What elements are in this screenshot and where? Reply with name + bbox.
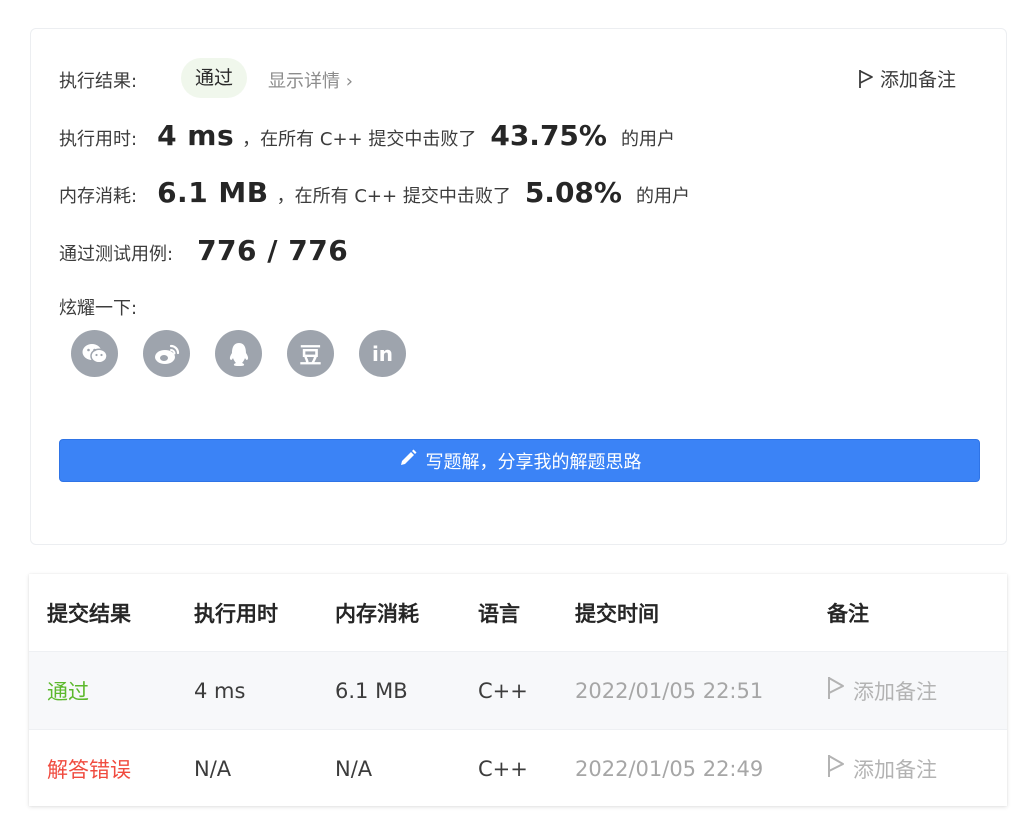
- header-time: 提交时间: [575, 601, 659, 626]
- header-note: 备注: [827, 601, 869, 626]
- testcases-row: 通过测试用例: 776 / 776: [59, 234, 348, 267]
- table-row[interactable]: 解答错误 N/A N/A C++ 2022/01/05 22:49 添加备注: [29, 729, 1007, 807]
- row-runtime: 4 ms: [194, 678, 246, 703]
- submissions-table: 提交结果 执行用时 内存消耗 语言 提交时间 备注 通过 4 ms 6.1 MB…: [29, 574, 1007, 806]
- runtime-label: 执行用时:: [59, 129, 138, 150]
- memory-row: 内存消耗: 6.1 MB ，在所有 C++ 提交中击败了 5.08% 的用户: [59, 176, 690, 209]
- douban-glyph: 豆: [299, 343, 322, 369]
- testcases-value: 776 / 776: [197, 234, 349, 267]
- memory-label: 内存消耗:: [59, 186, 138, 207]
- linkedin-glyph: in: [371, 341, 394, 366]
- result-card: 执行结果: 通过 显示详情 › 添加备注 执行用时: 4 ms ，在所有 C++…: [30, 28, 1007, 545]
- row-language: C++: [478, 756, 528, 781]
- row-note-label: 添加备注: [853, 679, 937, 704]
- row-add-note-button[interactable]: 添加备注: [827, 754, 937, 784]
- qq-icon[interactable]: [215, 330, 262, 377]
- row-memory: 6.1 MB: [335, 678, 408, 703]
- row-add-note-button[interactable]: 添加备注: [827, 676, 937, 706]
- share-icons: 豆 in: [71, 330, 406, 377]
- header-result: 提交结果: [47, 601, 131, 626]
- memory-value: 6.1 MB: [157, 176, 269, 209]
- weibo-icon[interactable]: [143, 330, 190, 377]
- row-memory: N/A: [335, 756, 373, 781]
- memory-suffix: 的用户: [635, 186, 690, 207]
- pencil-icon: [398, 448, 418, 473]
- result-label: 执行结果:: [59, 71, 138, 92]
- row-runtime: N/A: [194, 756, 232, 781]
- row-language: C++: [478, 678, 528, 703]
- show-details-link[interactable]: 显示详情 ›: [268, 67, 353, 93]
- flag-icon: [858, 69, 874, 89]
- testcases-label: 通过测试用例:: [59, 244, 174, 265]
- douban-icon[interactable]: 豆: [287, 330, 334, 377]
- runtime-mid-text: ，在所有 C++ 提交中击败了: [242, 129, 477, 150]
- row-time: 2022/01/05 22:51: [575, 678, 764, 703]
- header-runtime: 执行用时: [194, 601, 278, 626]
- add-note-button[interactable]: 添加备注: [858, 65, 956, 92]
- row-time: 2022/01/05 22:49: [575, 756, 764, 781]
- table-row[interactable]: 通过 4 ms 6.1 MB C++ 2022/01/05 22:51 添加备注: [29, 651, 1007, 729]
- row-result[interactable]: 通过: [47, 676, 89, 706]
- table-header: 提交结果 执行用时 内存消耗 语言 提交时间 备注: [29, 574, 1007, 651]
- flag-icon: [827, 676, 845, 705]
- runtime-row: 执行用时: 4 ms ，在所有 C++ 提交中击败了 43.75% 的用户: [59, 119, 675, 152]
- flag-icon: [827, 754, 845, 783]
- runtime-percent: 43.75%: [490, 119, 607, 152]
- add-note-label: 添加备注: [879, 69, 956, 91]
- row-result[interactable]: 解答错误: [47, 754, 131, 784]
- memory-mid-text: ，在所有 C++ 提交中击败了: [276, 186, 511, 207]
- runtime-suffix: 的用户: [620, 129, 675, 150]
- header-memory: 内存消耗: [335, 601, 419, 626]
- runtime-value: 4 ms: [157, 119, 235, 152]
- memory-percent: 5.08%: [524, 176, 622, 209]
- share-label: 炫耀一下:: [59, 298, 138, 319]
- header-language: 语言: [478, 601, 520, 626]
- linkedin-icon[interactable]: in: [359, 330, 406, 377]
- write-solution-label: 写题解，分享我的解题思路: [425, 451, 642, 473]
- row-note-label: 添加备注: [853, 757, 937, 782]
- status-badge: 通过: [181, 58, 248, 98]
- wechat-icon[interactable]: [71, 330, 118, 377]
- write-solution-button[interactable]: 写题解，分享我的解题思路: [59, 439, 980, 482]
